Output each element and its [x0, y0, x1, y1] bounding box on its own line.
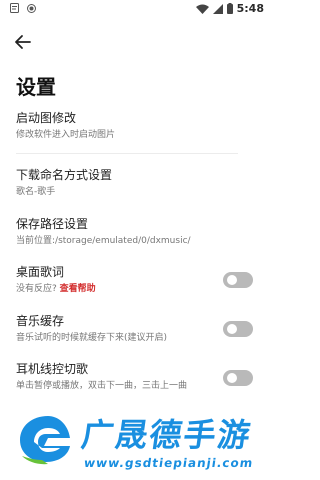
- setting-desktop-lyrics[interactable]: 桌面歌词 没有反应? 查看帮助: [16, 264, 256, 296]
- setting-music-cache[interactable]: 音乐缓存 音乐试听的时候就缓存下来(建议开启): [16, 313, 256, 345]
- status-bar: 5:48: [0, 0, 270, 20]
- setting-subtitle: 单击暂停或播放，双击下一曲，三击上一曲: [16, 381, 188, 391]
- divider: [16, 153, 238, 154]
- brand-logo-icon: [20, 416, 70, 465]
- battery-icon: [226, 3, 233, 14]
- music-cache-toggle[interactable]: [223, 321, 253, 337]
- toggle-knob: [227, 373, 237, 383]
- watermark-url: www.gsdtiepianji.com: [83, 456, 255, 470]
- setting-subtitle: 歌名-歌手: [16, 187, 56, 197]
- headset-control-toggle[interactable]: [223, 370, 253, 386]
- setting-subtitle-text: 没有反应?: [16, 284, 57, 294]
- setting-subtitle: 当前位置:/storage/emulated/0/dxmusic/: [16, 236, 191, 246]
- setting-title: 启动图修改: [16, 111, 77, 125]
- watermark: 广晟德手游 www.gsdtiepianji.com: [0, 404, 270, 480]
- page-title: 设置: [16, 75, 56, 99]
- back-button[interactable]: [12, 31, 34, 53]
- setting-subtitle: 修改软件进入时启动图片: [16, 130, 116, 140]
- status-time: 5:48: [236, 2, 264, 15]
- view-help-link[interactable]: 查看帮助: [60, 284, 96, 294]
- setting-title: 桌面歌词: [16, 265, 65, 279]
- watermark-brand: 广晟德手游: [79, 416, 255, 454]
- setting-headset-control[interactable]: 耳机线控切歌 单击暂停或播放，双击下一曲，三击上一曲: [16, 361, 256, 393]
- setting-save-path[interactable]: 保存路径设置 当前位置:/storage/emulated/0/dxmusic/: [16, 216, 256, 248]
- toggle-knob: [227, 275, 237, 285]
- wifi-icon: [195, 4, 209, 14]
- toggle-knob: [227, 324, 237, 334]
- setting-launch-image[interactable]: 启动图修改 修改软件进入时启动图片: [16, 110, 256, 142]
- setting-title: 音乐缓存: [16, 314, 65, 328]
- setting-subtitle: 没有反应? 查看帮助: [16, 283, 256, 296]
- setting-title: 下载命名方式设置: [16, 168, 113, 182]
- notification-icon: [10, 3, 19, 13]
- setting-download-naming[interactable]: 下载命名方式设置 歌名-歌手: [16, 167, 256, 199]
- desktop-lyrics-toggle[interactable]: [223, 272, 253, 288]
- arrow-left-icon: [15, 35, 31, 49]
- setting-title: 保存路径设置: [16, 217, 89, 231]
- setting-subtitle: 音乐试听的时候就缓存下来(建议开启): [16, 333, 168, 343]
- record-icon: [27, 3, 36, 13]
- setting-title: 耳机线控切歌: [16, 362, 89, 376]
- signal-icon: [212, 3, 223, 14]
